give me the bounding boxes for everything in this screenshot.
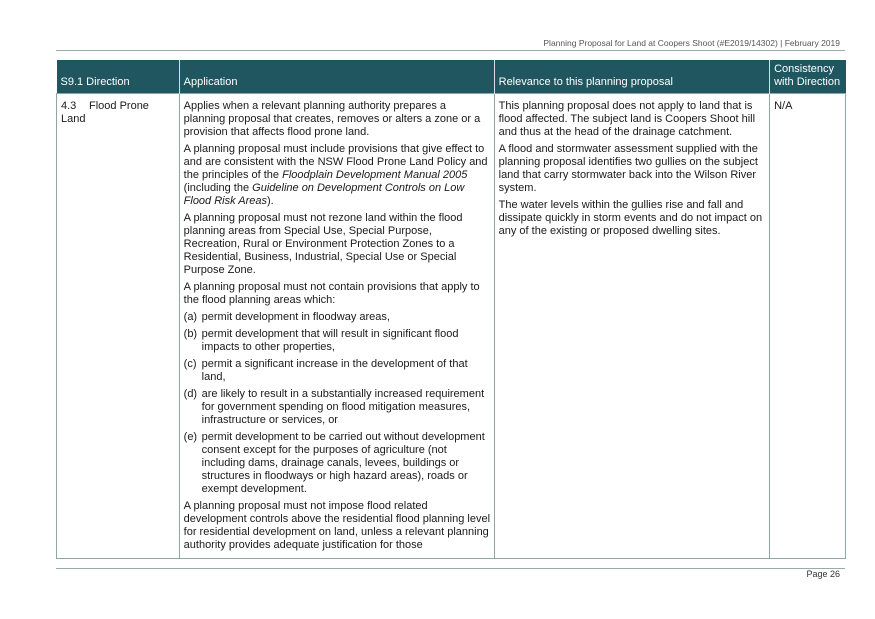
running-header: Planning Proposal for Land at Coopers Sh…: [543, 38, 840, 48]
header-relevance: Relevance to this planning proposal: [494, 60, 771, 94]
clause-label: (e): [183, 431, 198, 443]
relevance-para-3: The water levels within the gullies rise…: [498, 199, 763, 237]
s91-direction-table: S9.1 Direction Application Relevance to …: [56, 60, 846, 559]
clause-item: (b) permit development that will result i…: [184, 328, 491, 354]
clause-item: (d) are likely to result in a substantial…: [184, 388, 491, 427]
clause-text: permit development that will result in s…: [201, 328, 459, 353]
page-number: Page 26: [806, 569, 840, 579]
direction-cell: 4.3 Flood Prone Land: [56, 93, 180, 559]
application-para-3: A planning proposal must not rezone land…: [183, 212, 463, 276]
application-para-2: A planning proposal must include provisi…: [184, 143, 491, 208]
clause-text: are likely to result in a substantially …: [201, 388, 485, 426]
clause-label: (a): [183, 311, 198, 323]
header-direction: S9.1 Direction: [56, 60, 180, 94]
application-para-4: A planning proposal must not contain pro…: [183, 281, 480, 306]
clause-label: (d): [183, 388, 198, 400]
table-header-row: S9.1 Direction Application Relevance to …: [56, 60, 846, 94]
header-divider: [56, 50, 845, 51]
clause-text: permit development to be carried out wit…: [201, 431, 485, 495]
application-para-1: Applies when a relevant planning authori…: [183, 100, 481, 138]
application-para-2-end: ).: [267, 195, 274, 207]
clause-label: (c): [183, 358, 197, 370]
header-application: Application: [179, 60, 495, 94]
direction-number: 4.3: [61, 100, 77, 112]
manual-title: Floodplain Development Manual 2005: [282, 169, 468, 181]
table-row: 4.3 Flood Prone Land Applies when a relev…: [56, 93, 846, 559]
application-para-2-mid: (including the: [183, 182, 253, 194]
relevance-cell: This planning proposal does not apply to…: [493, 93, 771, 559]
clause-item: (c) permit a significant increase in the …: [184, 358, 491, 384]
application-para-5: A planning proposal must not impose floo…: [183, 500, 491, 551]
relevance-para-1: This planning proposal does not apply to…: [498, 100, 756, 138]
footer-divider: [56, 568, 845, 569]
clause-item: (e) permit development to be carried out …: [184, 431, 491, 496]
clause-text: permit a significant increase in the dev…: [201, 358, 468, 383]
relevance-para-2: A flood and stormwater assessment suppli…: [498, 143, 758, 194]
header-consistency: Consistency with Direction: [769, 60, 846, 94]
clause-item: (a) permit development in floodway areas,: [184, 311, 491, 324]
consistency-cell: N/A: [769, 93, 846, 559]
clause-label: (b): [183, 328, 198, 340]
application-cell: Applies when a relevant planning authori…: [178, 93, 495, 559]
clause-text: permit development in floodway areas,: [201, 311, 390, 323]
